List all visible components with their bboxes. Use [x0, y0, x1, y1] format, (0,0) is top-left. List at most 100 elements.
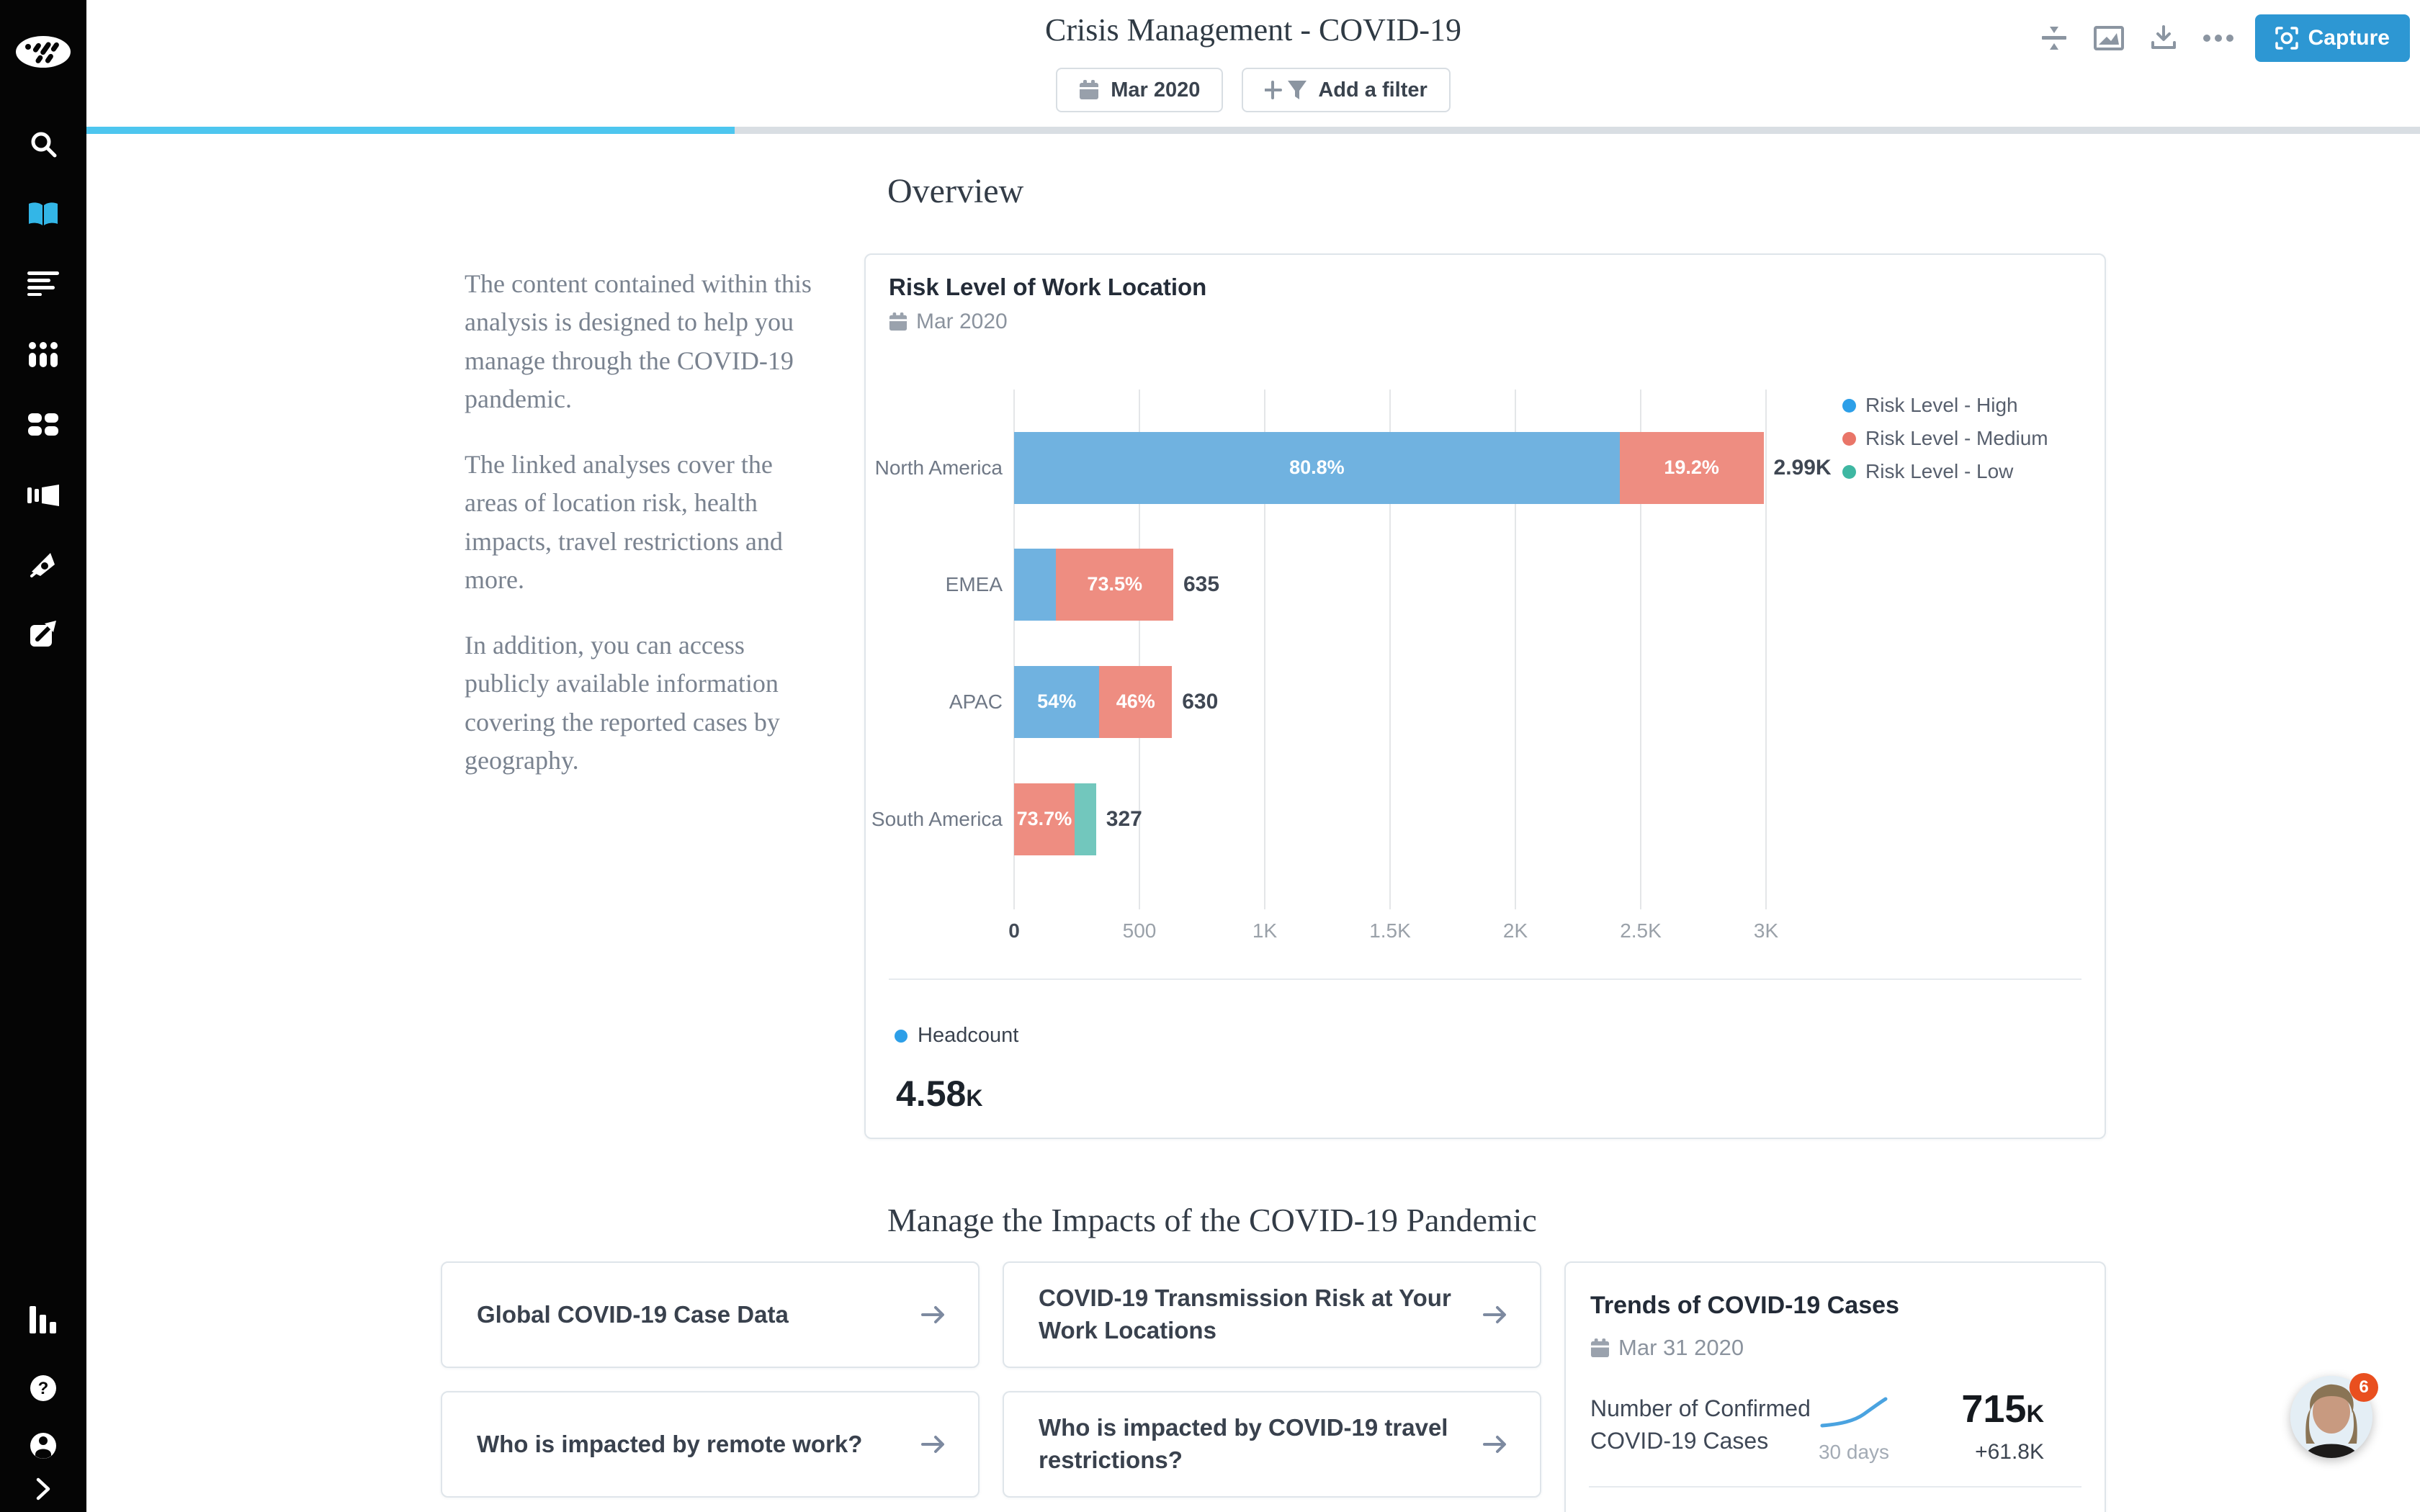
calendar-icon	[1079, 80, 1099, 100]
slides-icon[interactable]	[0, 472, 86, 518]
svg-text:?: ?	[38, 1379, 49, 1398]
segment-percentage-label: 54%	[1014, 690, 1099, 713]
card-divider	[889, 978, 2081, 980]
search-icon[interactable]	[0, 121, 86, 167]
arrow-right-icon	[1482, 1304, 1508, 1326]
bar-total-label: 327	[1106, 807, 1142, 832]
category-label: EMEA	[866, 572, 1003, 597]
segment-percentage-label: 73.5%	[1056, 573, 1173, 595]
bar-segment[interactable]: 54%	[1014, 666, 1099, 738]
x-axis-tick: 1.5K	[1347, 919, 1433, 942]
trends-card: Trends of COVID-19 Cases Mar 31 2020 Num…	[1564, 1261, 2106, 1512]
category-label: South America	[866, 807, 1003, 832]
chart-date-label: Mar 2020	[916, 310, 1008, 334]
legend-item-low[interactable]: Risk Level - Low	[1842, 461, 2048, 482]
x-axis-tick: 2.5K	[1597, 919, 1684, 942]
trends-title: Trends of COVID-19 Cases	[1590, 1292, 1899, 1320]
category-label: APAC	[866, 690, 1003, 714]
link-card-travel-restrictions[interactable]: Who is impacted by COVID-19 travel restr…	[1003, 1391, 1541, 1498]
date-filter-button[interactable]: Mar 2020	[1056, 68, 1223, 112]
link-label: Who is impacted by COVID-19 travel restr…	[1039, 1412, 1456, 1476]
bar-total-label: 2.99K	[1774, 456, 1832, 480]
app-window: ? Crisis Management - COVID-19 Mar 2020 …	[0, 0, 2420, 1512]
date-filter-label: Mar 2020	[1111, 78, 1200, 102]
bar-total-label: 630	[1182, 690, 1218, 714]
scroll-progress-track	[86, 127, 2420, 134]
segment-percentage-label: 19.2%	[1620, 456, 1764, 479]
assistant-avatar[interactable]: 6	[2290, 1376, 2374, 1459]
sparkline-block: 30 days	[1811, 1397, 1897, 1464]
visier-logo[interactable]	[0, 29, 86, 75]
category-label: North America	[866, 456, 1003, 480]
bar-chart-icon[interactable]	[0, 1296, 86, 1342]
link-label: Global COVID-19 Case Data	[477, 1299, 789, 1331]
legend-label: Risk Level - Low	[1865, 460, 2013, 483]
arrow-right-icon	[1482, 1434, 1508, 1455]
segment-percentage-label: 73.7%	[1014, 808, 1075, 830]
link-card-transmission-risk[interactable]: COVID-19 Transmission Risk at Your Work …	[1003, 1261, 1541, 1368]
add-filter-button[interactable]: Add a filter	[1242, 68, 1450, 112]
plot-area: 05001K1.5K2K2.5K3KNorth America80.8%19.2…	[1014, 390, 1766, 909]
sparkline-chart	[1819, 1397, 1888, 1430]
intro-text: The content contained within this analys…	[465, 265, 825, 807]
fit-width-icon[interactable]	[2030, 14, 2078, 62]
capture-label: Capture	[2308, 26, 2390, 50]
x-axis-tick: 3K	[1723, 919, 1809, 942]
link-card-global-case-data[interactable]: Global COVID-19 Case Data	[441, 1261, 980, 1368]
user-icon[interactable]	[0, 1423, 86, 1469]
overview-heading: Overview	[887, 171, 1023, 211]
bar-segment[interactable]: 80.8%	[1014, 432, 1620, 504]
bar-segment[interactable]	[1014, 549, 1056, 621]
x-axis-tick: 500	[1096, 919, 1183, 942]
chart-title: Risk Level of Work Location	[889, 274, 1206, 301]
trends-date-label: Mar 31 2020	[1618, 1335, 1744, 1361]
calendar-icon	[889, 312, 908, 331]
chart-legend: Risk Level - High Risk Level - Medium Ri…	[1842, 395, 2048, 494]
legend-item-medium[interactable]: Risk Level - Medium	[1842, 428, 2048, 449]
metric-delta: +61.8K	[1975, 1440, 2044, 1464]
export-icon[interactable]	[0, 611, 86, 657]
main-content: Crisis Management - COVID-19 Mar 2020 Ad…	[86, 0, 2420, 1512]
filter-bar: Mar 2020 Add a filter	[86, 68, 2420, 112]
download-icon[interactable]	[2140, 14, 2187, 62]
headcount-legend: Headcount	[895, 1024, 1018, 1048]
more-icon[interactable]	[2195, 14, 2242, 62]
segment-percentage-label: 80.8%	[1014, 456, 1620, 479]
risk-level-chart-card: Risk Level of Work Location Mar 2020 050…	[864, 253, 2106, 1139]
legend-dot-high	[1842, 399, 1856, 413]
capture-button[interactable]: Capture	[2255, 14, 2410, 62]
headcount-unit: K	[966, 1085, 982, 1111]
impacts-heading: Manage the Impacts of the COVID-19 Pande…	[887, 1201, 1537, 1239]
trends-date: Mar 31 2020	[1590, 1335, 1744, 1361]
bar-total-label: 635	[1183, 572, 1219, 597]
legend-dot-low	[1842, 465, 1856, 479]
intro-paragraph: The linked analyses cover the areas of l…	[465, 446, 825, 599]
bar-segment[interactable]: 19.2%	[1620, 432, 1764, 504]
book-icon-active[interactable]	[0, 192, 86, 238]
metric-label: Number of Confirmed COVID-19 Cases	[1590, 1392, 1828, 1458]
x-axis-tick: 2K	[1472, 919, 1559, 942]
x-axis-tick: 0	[971, 919, 1057, 942]
gridline	[1765, 390, 1767, 909]
metric-value-unit: K	[2026, 1400, 2044, 1428]
dots-grid-icon[interactable]	[0, 331, 86, 377]
text-lines-icon[interactable]	[0, 261, 86, 307]
bar-segment[interactable]: 73.7%	[1014, 783, 1075, 855]
tiles-icon[interactable]	[0, 402, 86, 448]
bar-segment[interactable]	[1075, 783, 1096, 855]
help-icon[interactable]: ?	[0, 1365, 86, 1411]
arrow-right-icon	[920, 1434, 946, 1455]
link-card-remote-work[interactable]: Who is impacted by remote work?	[441, 1391, 980, 1498]
sidebar: ?	[0, 0, 86, 1512]
bar-segment[interactable]: 46%	[1099, 666, 1172, 738]
headcount-value: 4.58K	[896, 1073, 982, 1115]
segment-percentage-label: 46%	[1099, 690, 1172, 713]
card-divider	[1589, 1486, 2081, 1488]
bar-segment[interactable]: 73.5%	[1056, 549, 1173, 621]
legend-item-high[interactable]: Risk Level - High	[1842, 395, 2048, 416]
chart-date: Mar 2020	[889, 310, 1008, 334]
pen-icon[interactable]	[0, 541, 86, 588]
legend-label: Risk Level - High	[1865, 394, 2018, 417]
expand-chevron-icon[interactable]	[0, 1466, 86, 1512]
image-icon[interactable]	[2085, 14, 2133, 62]
